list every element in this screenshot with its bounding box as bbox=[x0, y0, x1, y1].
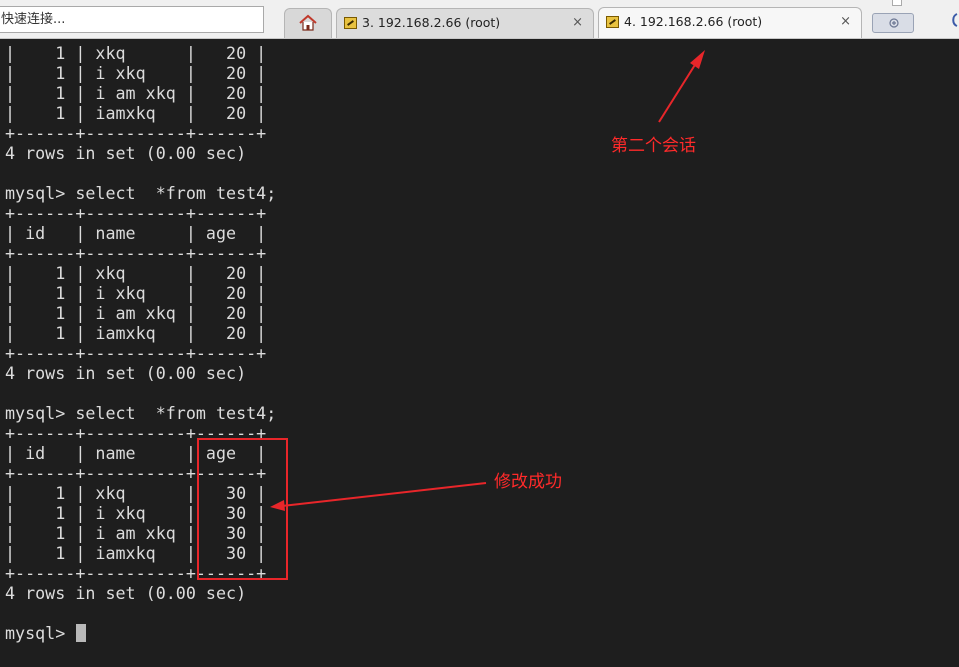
annotation-arrows bbox=[270, 50, 705, 511]
arrow-to-tab-line bbox=[658, 59, 699, 123]
annotation-second-session: 第二个会话 bbox=[611, 136, 696, 156]
arrow-to-tab-head bbox=[690, 50, 705, 69]
annotation-modified-success: 修改成功 bbox=[494, 472, 562, 492]
arrow-to-values-head bbox=[270, 500, 285, 511]
arrow-to-values-line bbox=[281, 482, 487, 507]
